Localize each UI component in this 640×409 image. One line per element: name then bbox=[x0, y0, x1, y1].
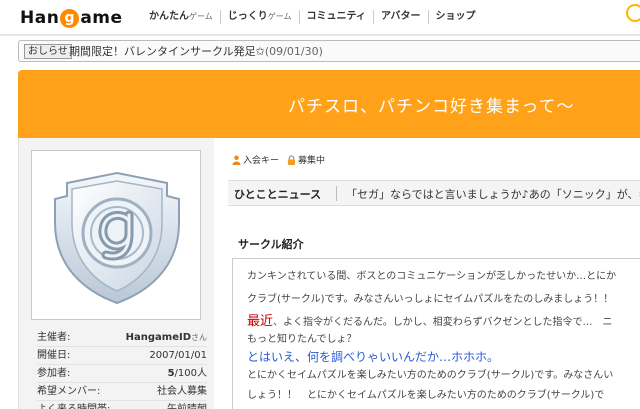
info-key: 開催日: bbox=[37, 350, 71, 361]
nav-link-community[interactable]: コミュニティ bbox=[298, 10, 373, 24]
intro-line-text: 、よく指令がくだるんだ。しかし、相変わらずバクゼンとした指令で… ニ bbox=[273, 317, 613, 328]
nav-link-label: コミュニティ bbox=[306, 11, 366, 22]
intro-line: カンキンされている間、ボスとのコミュニケーションが乏しかったせいか…とにか bbox=[247, 271, 617, 282]
lock-icon bbox=[287, 154, 296, 165]
notice-tag: おしらせ bbox=[24, 44, 72, 59]
intro-emphasis: 最近 bbox=[247, 314, 274, 329]
info-key: 参加者: bbox=[37, 368, 71, 379]
member-capacity: /100人 bbox=[174, 368, 207, 379]
info-key: よく来る時間帯: bbox=[37, 401, 110, 409]
nav-link-sub: ゲーム bbox=[189, 12, 213, 21]
nav-link-sub: ゲーム bbox=[267, 12, 292, 21]
intro-text-box: カンキンされている間、ボスとのコミュニケーションが乏しかったせいか…とにか クラ… bbox=[232, 258, 640, 409]
nav-link-label: かんたん bbox=[149, 11, 189, 22]
info-value: 午前晴朝 bbox=[167, 401, 207, 409]
info-row-time: よく来る時間帯: 午前晴朝 bbox=[37, 401, 207, 409]
tab-recruiting[interactable]: 募集中 bbox=[287, 153, 325, 166]
news-text[interactable]: 「セガ」ならではと言いましょうか♪あの「ソニック」が、キャラ bbox=[346, 186, 640, 202]
circle-profile-panel: 主催者: HangameIDさん 開催日: 2007/01/01 参加者: 5/100… bbox=[18, 138, 214, 409]
logo-g-mark: g bbox=[60, 9, 80, 28]
notice-date: (09/01/30) bbox=[264, 45, 323, 58]
notice-message[interactable]: 期間限定！バレンタインサークル発足✩(09/01/30) bbox=[69, 44, 323, 59]
host-name: HangameID bbox=[125, 332, 191, 343]
intro-line: 最近、よく指令がくだるんだ。しかし、相変わらずバクゼンとした指令で… ニ bbox=[247, 310, 613, 329]
global-nav-links: かんたんゲーム じっくりゲーム コミュニティ アバター ショップ bbox=[142, 10, 483, 24]
person-key-icon bbox=[232, 155, 241, 165]
info-row-wanted: 希望メンバー: 社会人募集 bbox=[37, 383, 207, 401]
info-row-members: 参加者: 5/100人 bbox=[37, 365, 207, 383]
oneline-news-bar: ひとことニュース 「セガ」ならではと言いましょうか♪あの「ソニック」が、キャラ bbox=[228, 180, 640, 206]
info-row-date: 開催日: 2007/01/01 bbox=[37, 347, 207, 365]
intro-line: もっと知りたんでしょ？ bbox=[247, 334, 357, 345]
notice-text: 期間限定！バレンタインサークル発足✩ bbox=[69, 45, 265, 58]
tab-label: 入会キー bbox=[243, 156, 280, 166]
nav-link-label: ショップ bbox=[435, 11, 476, 22]
nav-link-label: アバター bbox=[380, 11, 421, 22]
host-suffix: さん bbox=[191, 333, 207, 342]
logo-text-post: ame bbox=[80, 8, 123, 28]
news-divider bbox=[336, 186, 337, 201]
circle-title: パチスロ、パチンコ好き集まって〜 bbox=[288, 97, 575, 117]
info-value: HangameIDさん bbox=[126, 329, 207, 346]
nav-divider bbox=[0, 34, 640, 36]
info-value: 5/100人 bbox=[168, 365, 207, 382]
news-label: ひとことニュース bbox=[234, 188, 322, 201]
intro-line: とにかくセイムパズルを楽しみたい方のためのクラブ(サークル)です。みなさんい bbox=[247, 370, 614, 381]
info-key: 主催者: bbox=[37, 332, 71, 343]
intro-line-highlight: とはいえ、何を調べりゃいいんだか…ホホホ。 bbox=[247, 350, 500, 364]
intro-line: クラブ(サークル)です。みなさんいっしょにセイムパズルをたのしみましょう！！ bbox=[247, 294, 614, 305]
member-count: 5 bbox=[167, 368, 175, 379]
notice-bar: おしらせ 期間限定！バレンタインサークル発足✩(09/01/30) bbox=[18, 40, 640, 62]
circle-emblem bbox=[31, 150, 201, 320]
circle-banner: パチスロ、パチンコ好き集まって〜 bbox=[18, 70, 640, 138]
info-key: 希望メンバー: bbox=[37, 386, 101, 397]
nav-link-shop[interactable]: ショップ bbox=[427, 10, 483, 24]
tab-label: 募集中 bbox=[298, 156, 326, 166]
nav-link-avatar[interactable]: アバター bbox=[372, 10, 428, 24]
circle-status-tabs: 入会キー 募集中 bbox=[232, 153, 333, 166]
nav-link-label: じっくり bbox=[227, 11, 268, 22]
intro-section-title: サークル紹介 bbox=[238, 238, 304, 251]
nav-link-deep-games[interactable]: じっくりゲーム bbox=[219, 10, 299, 24]
tab-join-key[interactable]: 入会キー bbox=[232, 153, 279, 166]
logo-text-pre: Han bbox=[20, 8, 60, 28]
user-status-icon[interactable] bbox=[626, 4, 640, 22]
hangame-logo[interactable]: Han g ame bbox=[20, 8, 123, 28]
top-nav: Han g ame かんたんゲーム じっくりゲーム コミュニティ アバター ショップ bbox=[0, 0, 640, 36]
circle-info-table: 主催者: HangameIDさん 開催日: 2007/01/01 参加者: 5/100… bbox=[37, 329, 207, 409]
info-value: 社会人募集 bbox=[157, 386, 207, 397]
info-row-host: 主催者: HangameIDさん bbox=[37, 329, 207, 347]
nav-link-easy-games[interactable]: かんたんゲーム bbox=[142, 10, 220, 24]
info-value: 2007/01/01 bbox=[149, 350, 207, 361]
shield-emblem-icon bbox=[54, 171, 180, 305]
intro-line: しょう！！ とにかくセイムパズルを楽しみたい方のためのクラブ(サークル)で bbox=[247, 390, 605, 401]
